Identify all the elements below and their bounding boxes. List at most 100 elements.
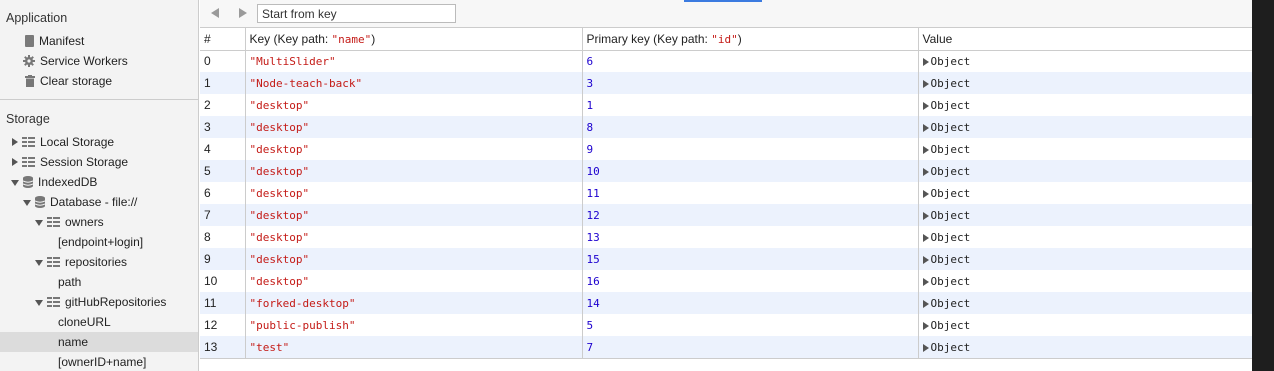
value-text: Object xyxy=(930,296,971,310)
collapse-arrow-icon[interactable] xyxy=(35,219,43,226)
value-text: Object xyxy=(930,318,971,332)
expand-arrow-icon[interactable] xyxy=(12,158,18,166)
expand-arrow-icon[interactable] xyxy=(922,299,929,308)
expand-arrow-icon[interactable] xyxy=(922,101,929,110)
expand-arrow-icon[interactable] xyxy=(922,277,929,286)
expand-arrow-icon[interactable] xyxy=(922,167,929,176)
sidebar-item-index-endpoint-login[interactable]: [endpoint+login] xyxy=(0,232,198,252)
table-row[interactable]: 12 "public-publish" 5 Object xyxy=(200,314,1252,336)
sidebar-item-label: Service Workers xyxy=(40,54,128,68)
value-cell[interactable]: Object xyxy=(918,182,1252,204)
value-cell[interactable]: Object xyxy=(918,336,1252,358)
value-text: Object xyxy=(930,142,971,156)
header-text: Key (Key path: xyxy=(249,31,332,46)
start-from-key-input[interactable] xyxy=(257,4,456,23)
expand-arrow-icon[interactable] xyxy=(922,79,929,88)
grid-icon xyxy=(47,217,60,227)
primary-key-cell: 12 xyxy=(582,204,919,226)
sidebar-item-label: IndexedDB xyxy=(38,175,98,189)
previous-page-icon[interactable] xyxy=(211,8,219,18)
table-row[interactable]: 2 "desktop" 1 Object xyxy=(200,94,1252,116)
expand-arrow-icon[interactable] xyxy=(922,123,929,132)
row-index: 5 xyxy=(200,160,246,182)
sidebar-item-service-workers[interactable]: Service Workers xyxy=(0,51,198,71)
column-header-index[interactable]: # xyxy=(200,28,246,51)
sidebar-item-label: owners xyxy=(65,215,104,229)
sidebar-item-github-repositories[interactable]: gitHubRepositories xyxy=(0,292,198,312)
primary-key-cell: 15 xyxy=(582,248,919,270)
expand-arrow-icon[interactable] xyxy=(922,57,929,66)
sidebar-item-database[interactable]: Database - file:// xyxy=(0,192,198,212)
expand-arrow-icon[interactable] xyxy=(922,189,929,198)
next-page-icon[interactable] xyxy=(239,8,247,18)
sidebar-item-index-owner-id-name[interactable]: [ownerID+name] xyxy=(0,352,198,371)
expand-arrow-icon[interactable] xyxy=(922,321,929,330)
key-cell: "desktop" xyxy=(245,270,583,292)
value-text: Object xyxy=(930,274,971,288)
collapse-arrow-icon[interactable] xyxy=(11,179,19,186)
sidebar-item-label: Local Storage xyxy=(40,135,115,149)
value-cell[interactable]: Object xyxy=(918,160,1252,182)
sidebar-item-index-path[interactable]: path xyxy=(0,272,198,292)
sidebar-item-indexeddb[interactable]: IndexedDB xyxy=(0,172,198,192)
expand-arrow-icon[interactable] xyxy=(922,145,929,154)
table-row[interactable]: 9 "desktop" 15 Object xyxy=(200,248,1252,270)
value-cell[interactable]: Object xyxy=(918,314,1252,336)
sidebar-item-label: Clear storage xyxy=(40,74,113,88)
collapse-arrow-icon[interactable] xyxy=(35,259,43,266)
table-row[interactable]: 8 "desktop" 13 Object xyxy=(200,226,1252,248)
collapse-arrow-icon[interactable] xyxy=(35,299,43,306)
table-row[interactable]: 13 "test" 7 Object xyxy=(200,336,1252,358)
table-row[interactable]: 0 "MultiSlider" 6 Object xyxy=(200,50,1252,72)
value-cell[interactable]: Object xyxy=(918,270,1252,292)
key-cell: "MultiSlider" xyxy=(245,50,583,72)
value-cell[interactable]: Object xyxy=(918,72,1252,94)
collapse-arrow-icon[interactable] xyxy=(23,199,31,206)
sidebar-item-owners[interactable]: owners xyxy=(0,212,198,232)
expand-arrow-icon[interactable] xyxy=(922,343,929,352)
value-cell[interactable]: Object xyxy=(918,226,1252,248)
value-cell[interactable]: Object xyxy=(918,248,1252,270)
header-text: Primary key (Key path: xyxy=(586,31,712,46)
sidebar-item-manifest[interactable]: Manifest xyxy=(0,31,198,51)
value-cell[interactable]: Object xyxy=(918,50,1252,72)
row-index: 1 xyxy=(200,72,246,94)
value-cell[interactable]: Object xyxy=(918,292,1252,314)
key-cell: "desktop" xyxy=(245,94,583,116)
toolbar xyxy=(200,0,1252,28)
sidebar-item-index-name[interactable]: name xyxy=(0,332,198,352)
value-cell[interactable]: Object xyxy=(918,116,1252,138)
table-row[interactable]: 11 "forked-desktop" 14 Object xyxy=(200,292,1252,314)
gear-icon xyxy=(23,55,35,67)
table-row[interactable]: 5 "desktop" 10 Object xyxy=(200,160,1252,182)
table-row[interactable]: 3 "desktop" 8 Object xyxy=(200,116,1252,138)
sidebar-item-local-storage[interactable]: Local Storage xyxy=(0,132,198,152)
table-header-row: # Key (Key path: "name") Primary key (Ke… xyxy=(200,28,1252,51)
sidebar-item-index-clone-url[interactable]: cloneURL xyxy=(0,312,198,332)
column-header-primary-key[interactable]: Primary key (Key path: "id") xyxy=(582,28,919,51)
sidebar-item-session-storage[interactable]: Session Storage xyxy=(0,152,198,172)
table-row[interactable]: 1 "Node-teach-back" 3 Object xyxy=(200,72,1252,94)
sidebar-item-label: cloneURL xyxy=(58,315,111,329)
expand-arrow-icon[interactable] xyxy=(12,138,18,146)
table-row[interactable]: 6 "desktop" 11 Object xyxy=(200,182,1252,204)
key-path: "name" xyxy=(331,32,372,46)
key-cell: "desktop" xyxy=(245,138,583,160)
expand-arrow-icon[interactable] xyxy=(922,211,929,220)
table-row[interactable]: 10 "desktop" 16 Object xyxy=(200,270,1252,292)
table-row[interactable]: 7 "desktop" 12 Object xyxy=(200,204,1252,226)
value-cell[interactable]: Object xyxy=(918,94,1252,116)
column-header-key[interactable]: Key (Key path: "name") xyxy=(245,28,583,51)
value-cell[interactable]: Object xyxy=(918,138,1252,160)
sidebar-item-repositories[interactable]: repositories xyxy=(0,252,198,272)
primary-key-cell: 14 xyxy=(582,292,919,314)
sidebar: Application Manifest Service Workers Cle… xyxy=(0,0,199,371)
row-index: 2 xyxy=(200,94,246,116)
expand-arrow-icon[interactable] xyxy=(922,255,929,264)
sidebar-item-clear-storage[interactable]: Clear storage xyxy=(0,71,198,91)
column-header-value[interactable]: Value xyxy=(918,28,1252,51)
value-cell[interactable]: Object xyxy=(918,204,1252,226)
expand-arrow-icon[interactable] xyxy=(922,233,929,242)
table-row[interactable]: 4 "desktop" 9 Object xyxy=(200,138,1252,160)
divider xyxy=(0,99,198,100)
